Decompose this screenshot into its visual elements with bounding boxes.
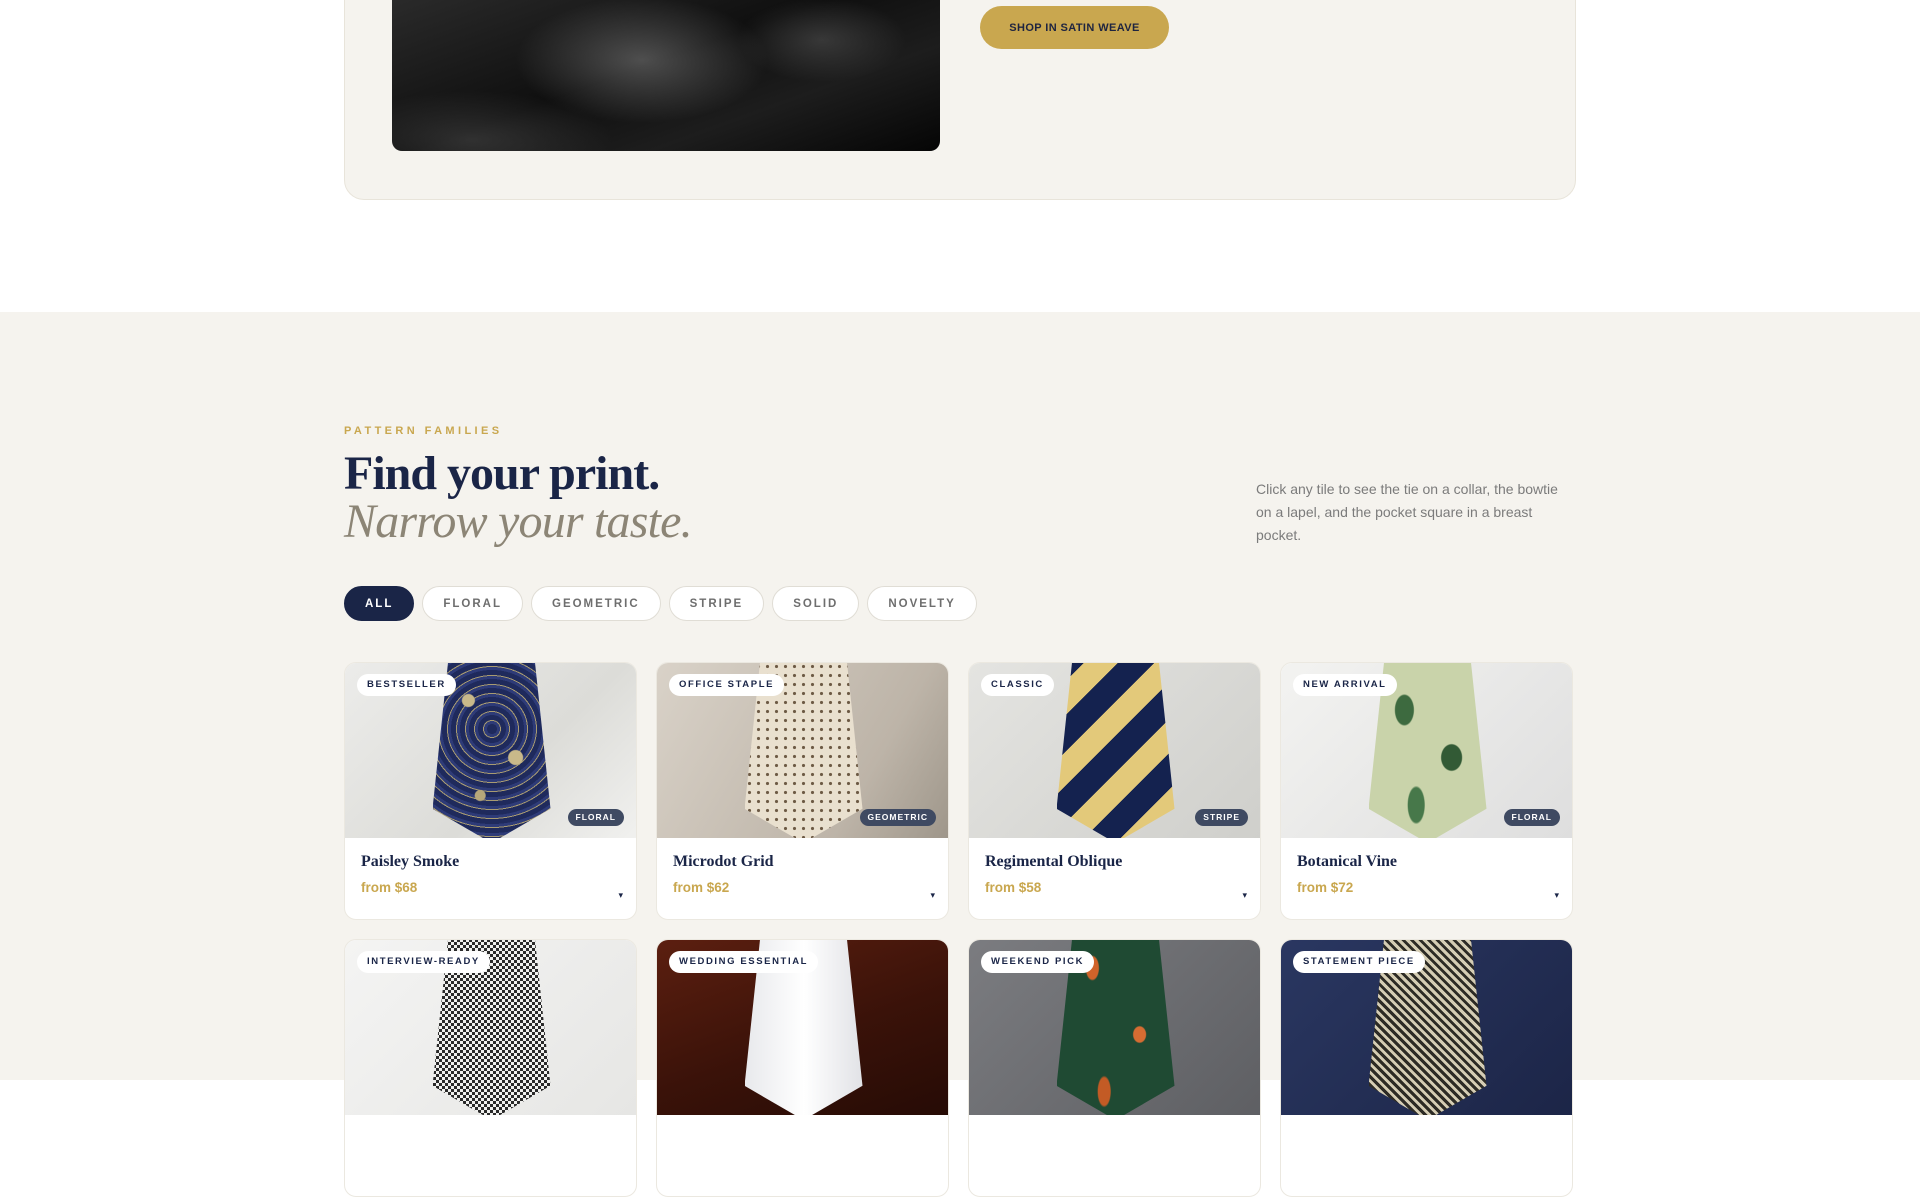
product-price: from $58 bbox=[985, 880, 1042, 895]
chevron-down-icon[interactable]: ▾ bbox=[1242, 890, 1247, 901]
product-info: Microdot Grid from $62 ▾ bbox=[657, 838, 948, 919]
product-card-statement-piece[interactable]: STATEMENT PIECE bbox=[1280, 939, 1573, 1197]
chevron-down-icon[interactable]: ▾ bbox=[618, 890, 623, 901]
section-intro: Click any tile to see the tie on a colla… bbox=[1256, 481, 1558, 543]
pattern-filter-bar: ALL FLORAL GEOMETRIC STRIPE SOLID NOVELT… bbox=[344, 586, 977, 621]
product-tag: NEW ARRIVAL bbox=[1293, 674, 1397, 696]
section-subtitle: Narrow your taste. bbox=[344, 495, 693, 548]
product-card-botanical-vine[interactable]: NEW ARRIVAL FLORAL Botanical Vine from $… bbox=[1280, 662, 1573, 920]
satin-weave-section: SHOP IN SATIN WEAVE bbox=[0, 0, 1920, 312]
shop-satin-weave-button[interactable]: SHOP IN SATIN WEAVE bbox=[980, 6, 1169, 49]
product-card-interview-ready[interactable]: INTERVIEW-READY bbox=[344, 939, 637, 1197]
filter-all[interactable]: ALL bbox=[344, 586, 415, 621]
filter-floral[interactable]: FLORAL bbox=[422, 586, 523, 621]
product-name: Botanical Vine bbox=[1297, 853, 1398, 870]
filter-solid[interactable]: SOLID bbox=[772, 586, 860, 621]
product-info: Botanical Vine from $72 ▾ bbox=[1281, 838, 1572, 919]
product-card-weekend-pick[interactable]: WEEKEND PICK bbox=[968, 939, 1261, 1197]
product-price: from $72 bbox=[1297, 880, 1354, 895]
product-info: Paisley Smoke from $68 ▾ bbox=[345, 838, 636, 919]
product-name: Paisley Smoke bbox=[361, 853, 460, 870]
product-grid: BESTSELLER FLORAL Paisley Smoke from $68… bbox=[344, 662, 1573, 1197]
product-card-regimental-oblique[interactable]: CLASSIC STRIPE Regimental Oblique from $… bbox=[968, 662, 1261, 920]
family-badge: GEOMETRIC bbox=[859, 809, 936, 826]
product-tag: STATEMENT PIECE bbox=[1293, 951, 1425, 973]
product-tag: BESTSELLER bbox=[357, 674, 456, 696]
product-tag: CLASSIC bbox=[981, 674, 1054, 696]
section-eyebrow: PATTERN FAMILIES bbox=[344, 425, 503, 437]
product-price: from $68 bbox=[361, 880, 418, 895]
pattern-families-section: PATTERN FAMILIES Find your print. Narrow… bbox=[0, 312, 1920, 1197]
filter-geometric[interactable]: GEOMETRIC bbox=[531, 586, 661, 621]
chevron-down-icon[interactable]: ▾ bbox=[1554, 890, 1559, 901]
family-badge: FLORAL bbox=[567, 809, 624, 826]
filter-stripe[interactable]: STRIPE bbox=[668, 586, 765, 621]
satin-weave-photo bbox=[392, 0, 940, 151]
section-title: Find your print. bbox=[344, 447, 660, 500]
filter-novelty[interactable]: NOVELTY bbox=[867, 586, 977, 621]
family-badge: STRIPE bbox=[1195, 809, 1248, 826]
product-info: Regimental Oblique from $58 ▾ bbox=[969, 838, 1260, 919]
product-card-wedding-essential[interactable]: WEDDING ESSENTIAL bbox=[656, 939, 949, 1197]
product-name: Microdot Grid bbox=[673, 853, 774, 870]
product-tag: INTERVIEW-READY bbox=[357, 951, 490, 973]
chevron-down-icon[interactable]: ▾ bbox=[930, 890, 935, 901]
product-tag: OFFICE STAPLE bbox=[669, 674, 785, 696]
family-badge: FLORAL bbox=[1503, 809, 1560, 826]
product-name: Regimental Oblique bbox=[985, 853, 1123, 870]
product-card-microdot-grid[interactable]: OFFICE STAPLE GEOMETRIC Microdot Grid fr… bbox=[656, 662, 949, 920]
product-card-paisley-smoke[interactable]: BESTSELLER FLORAL Paisley Smoke from $68… bbox=[344, 662, 637, 920]
product-tag: WEDDING ESSENTIAL bbox=[669, 951, 819, 973]
product-price: from $62 bbox=[673, 880, 730, 895]
tie-photo bbox=[1056, 663, 1175, 838]
product-tag: WEEKEND PICK bbox=[981, 951, 1095, 973]
